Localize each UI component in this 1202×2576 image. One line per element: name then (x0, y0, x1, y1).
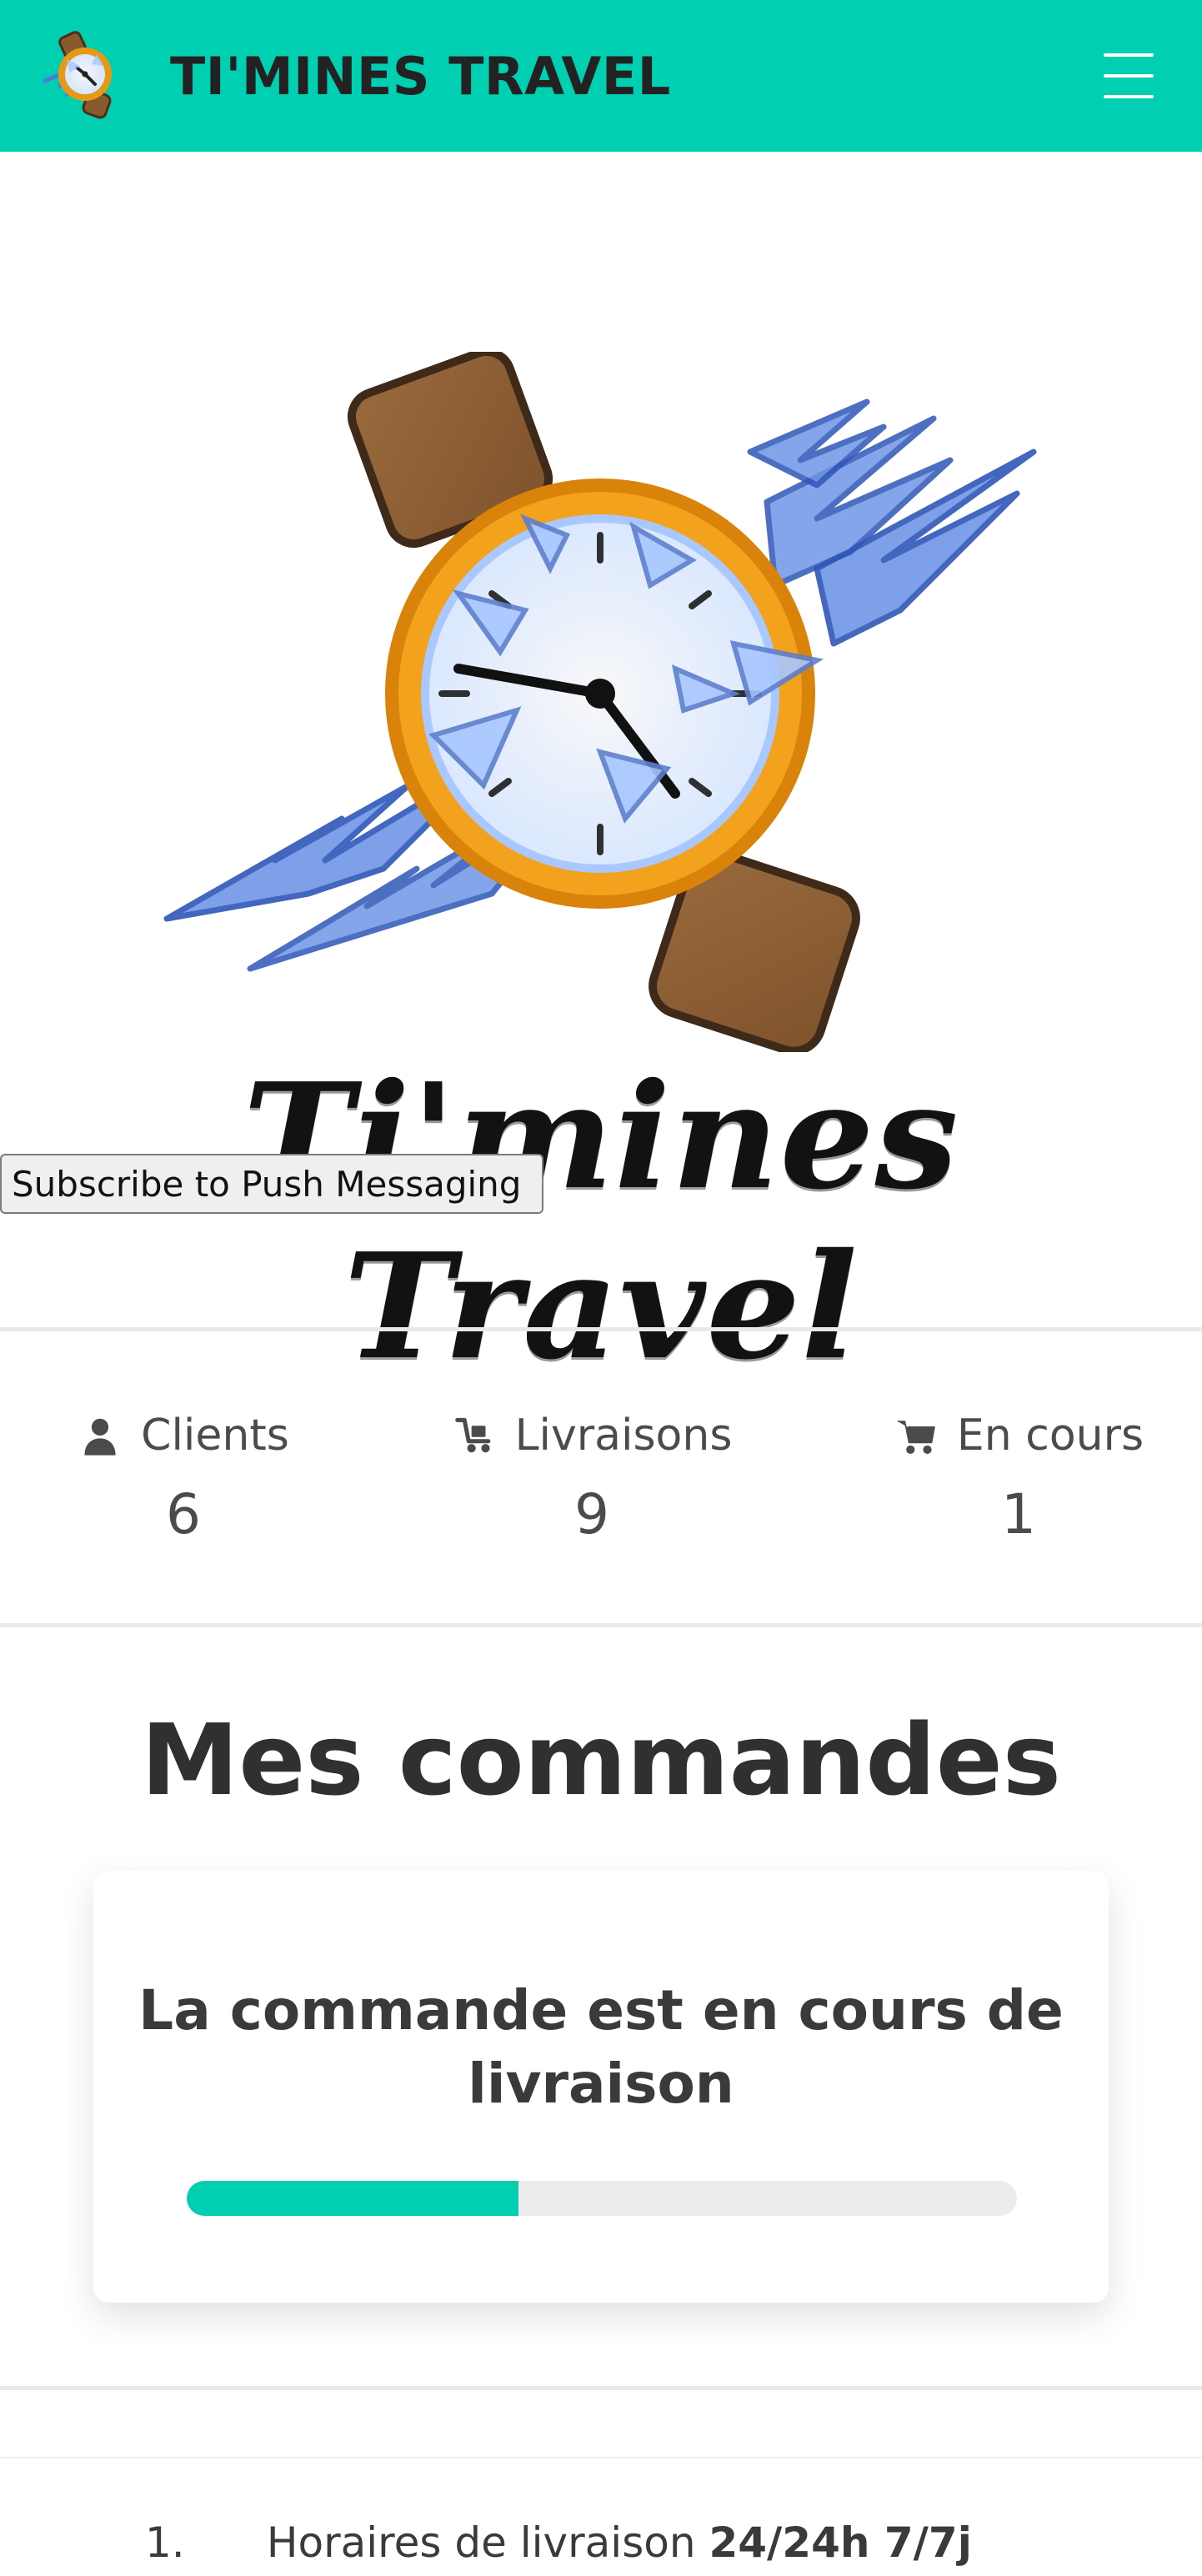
order-status-card: La commande est en cours de livraison (93, 1871, 1109, 2303)
info-card: 1. Horaires de livraison 24/24h 7/7j (0, 2457, 1202, 2576)
broken-watch-illustration (163, 352, 1037, 1052)
hero: Ti'mines Travel (0, 152, 1202, 1392)
app-header: TI'MINES TRAVEL (0, 0, 1202, 152)
watch-icon (43, 31, 112, 119)
subscribe-section: Subscribe to Push Messaging (0, 1152, 1202, 1327)
user-icon (84, 1418, 116, 1456)
info-item-text: Horaires de livraison (266, 2518, 696, 2567)
menu-line (1104, 53, 1154, 57)
stat-header: Livraisons (408, 1411, 775, 1461)
order-status-text: La commande est en cours de livraison (138, 1978, 1064, 2116)
stat-header: Clients (0, 1411, 367, 1461)
delivery-progress-track (187, 2181, 1017, 2216)
menu-line (1104, 74, 1154, 78)
hamburger-menu-button[interactable] (1104, 53, 1154, 98)
stat-label: Clients (141, 1411, 289, 1461)
stat-value: 9 (574, 1482, 609, 1546)
stat-clients: Clients 6 (0, 1411, 367, 1546)
info-item-strong: 24/24h 7/7j (709, 2518, 972, 2567)
subscribe-push-button[interactable]: Subscribe to Push Messaging (0, 1154, 543, 1214)
info-item-number: 1. (145, 2518, 185, 2567)
stat-value: 6 (166, 1482, 201, 1546)
app-title: TI'MINES TRAVEL (170, 45, 671, 107)
orders-section: Mes commandes La commande est en cours d… (0, 1627, 1202, 2386)
stats-bar: Clients 6 Livraisons 9 En cours 1 (0, 1327, 1202, 1627)
brand[interactable]: TI'MINES TRAVEL (33, 26, 671, 126)
info-section: 1. Horaires de livraison 24/24h 7/7j (0, 2386, 1202, 2576)
stat-value: 1 (1001, 1482, 1036, 1546)
info-list-item: 1. Horaires de livraison 24/24h 7/7j (145, 2518, 972, 2567)
shopping-cart-icon (897, 1421, 935, 1454)
stat-label: Livraisons (514, 1411, 733, 1461)
stat-label: En cours (956, 1411, 1144, 1461)
delivery-cart-icon (454, 1417, 490, 1453)
stat-header: En cours (835, 1411, 1202, 1461)
delivery-progress-fill (187, 2181, 519, 2216)
orders-title: Mes commandes (140, 1702, 1062, 1817)
stat-en-cours: En cours 1 (835, 1411, 1202, 1546)
menu-line (1104, 95, 1154, 98)
stat-livraisons: Livraisons 9 (408, 1411, 775, 1546)
